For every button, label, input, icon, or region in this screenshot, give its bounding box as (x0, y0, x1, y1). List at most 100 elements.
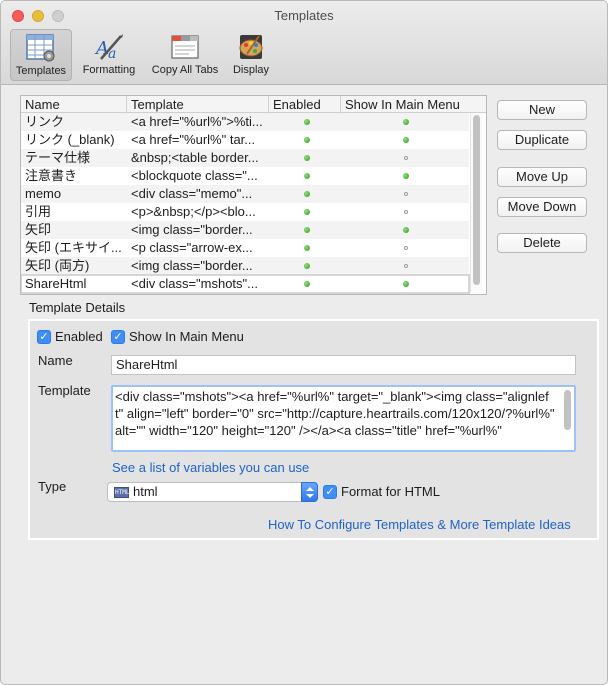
cell-template: <img class="border... (131, 258, 253, 273)
cell-name: 矢印 (両方) (25, 258, 90, 273)
cell-template: <a href="%url%">%ti... (131, 114, 263, 129)
enabled-checkbox[interactable]: ✓ (37, 330, 51, 344)
new-button[interactable]: New (497, 100, 587, 120)
format-for-html-label: Format for HTML (341, 484, 440, 499)
column-header-template[interactable]: Template (127, 96, 269, 113)
cell-template: <p class="arrow-ex... (131, 240, 253, 255)
enabled-on-indicator[interactable] (304, 209, 310, 215)
templates-window: Templates Templates A a Formatting Copy … (0, 0, 608, 685)
cell-template: &nbsp;<table border... (131, 150, 259, 165)
cell-name: リンク (_blank) (25, 132, 115, 147)
move-up-button[interactable]: Move Up (497, 167, 587, 187)
toolbar-display-label: Display (232, 64, 270, 76)
show-in-menu-off-indicator[interactable] (404, 264, 408, 268)
table-row[interactable]: 矢印 (両方) <img class="border... (21, 257, 469, 275)
toolbar-display-button[interactable]: Display (227, 29, 275, 81)
enabled-on-indicator[interactable] (304, 173, 310, 179)
template-scroll-thumb[interactable] (564, 390, 571, 430)
column-header-enabled[interactable]: Enabled (269, 96, 341, 113)
variables-link[interactable]: See a list of variables you can use (112, 460, 309, 475)
table-scroll-thumb[interactable] (473, 115, 480, 285)
template-label: Template (38, 383, 91, 398)
column-header-show-in-main-menu[interactable]: Show In Main Menu (341, 96, 486, 113)
enabled-on-indicator[interactable] (304, 281, 310, 287)
paint-palette-icon (239, 35, 263, 59)
type-select-value: html (133, 484, 158, 499)
table-row[interactable]: ShareHtml <div class="mshots"... (21, 274, 470, 294)
cell-template: <div class="memo"... (131, 186, 253, 201)
enabled-on-indicator[interactable] (304, 155, 310, 161)
table-scrollbar[interactable] (470, 113, 482, 293)
type-select[interactable]: HTML html (107, 482, 318, 502)
delete-button[interactable]: Delete (497, 233, 587, 253)
cell-name: 矢印 (25, 222, 52, 237)
enabled-on-indicator[interactable] (304, 119, 310, 125)
cell-template: <img class="border... (131, 222, 253, 237)
show-in-menu-off-indicator[interactable] (404, 246, 408, 250)
table-row[interactable]: リンク (_blank) <a href="%url%" tar... (21, 131, 469, 149)
table-row[interactable]: 矢印 (エキサイ... <p class="arrow-ex... (21, 239, 469, 257)
show-in-main-menu-checkbox[interactable]: ✓ (111, 330, 125, 344)
duplicate-button[interactable]: Duplicate (497, 130, 587, 150)
table-row[interactable]: リンク <a href="%url%">%ti... (21, 113, 469, 131)
cell-name: ShareHtml (25, 276, 87, 291)
move-down-button[interactable]: Move Down (497, 197, 587, 217)
toolbar-copy-all-tabs-label: Copy All Tabs (151, 64, 219, 76)
window-title: Templates (274, 8, 334, 23)
title-bar: Templates Templates A a Formatting Copy … (1, 1, 607, 85)
cell-template: <a href="%url%" tar... (131, 132, 256, 147)
show-in-main-menu-label: Show In Main Menu (129, 329, 244, 344)
browser-tabs-icon (171, 35, 199, 59)
pen-aa-icon: A a (94, 34, 123, 62)
svg-text:A: A (94, 38, 109, 59)
cell-name: リンク (25, 114, 65, 129)
column-header-name[interactable]: Name (21, 96, 127, 113)
enabled-on-indicator[interactable] (304, 137, 310, 143)
cell-template: <div class="mshots"... (131, 276, 258, 291)
toolbar-formatting-button[interactable]: A a Formatting (77, 29, 141, 81)
show-in-menu-on-indicator[interactable] (403, 119, 409, 125)
show-in-menu-off-indicator[interactable] (404, 156, 408, 160)
enabled-on-indicator[interactable] (304, 191, 310, 197)
show-in-menu-off-indicator[interactable] (404, 192, 408, 196)
name-field[interactable]: ShareHtml (111, 355, 576, 375)
templates-grid-icon (26, 34, 55, 62)
table-row[interactable]: 矢印 <img class="border... (21, 221, 469, 239)
show-in-menu-on-indicator[interactable] (403, 227, 409, 233)
cell-template: <p>&nbsp;</p><blo... (131, 204, 256, 219)
cell-name: 矢印 (エキサイ... (25, 240, 122, 255)
select-stepper-icon (301, 482, 318, 502)
table-row[interactable]: 注意書き <blockquote class="... (21, 167, 469, 185)
show-in-menu-on-indicator[interactable] (403, 281, 409, 287)
show-in-menu-on-indicator[interactable] (403, 137, 409, 143)
cell-template: <blockquote class="... (131, 168, 258, 183)
toolbar-templates-label: Templates (15, 65, 67, 77)
table-row[interactable]: テーマ仕様 &nbsp;<table border... (21, 149, 469, 167)
cell-name: memo (25, 186, 62, 201)
template-text-area[interactable]: <div class="mshots"><a href="%url%" targ… (111, 385, 576, 452)
template-text: <div class="mshots"><a href="%url%" targ… (115, 389, 559, 438)
toolbar-templates-button[interactable]: Templates (10, 29, 72, 81)
table-row[interactable]: 引用 <p>&nbsp;</p><blo... (21, 203, 469, 221)
enabled-label: Enabled (55, 329, 103, 344)
enabled-on-indicator[interactable] (304, 263, 310, 269)
show-in-menu-on-indicator[interactable] (403, 173, 409, 179)
html-file-icon: HTML (114, 487, 130, 498)
cell-name: 注意書き (25, 168, 78, 183)
toolbar-copy-all-tabs-button[interactable]: Copy All Tabs (146, 29, 224, 81)
show-in-menu-off-indicator[interactable] (404, 210, 408, 214)
name-label: Name (38, 353, 73, 368)
template-details-panel: ✓ Enabled ✓ Show In Main Menu Name Share… (28, 319, 599, 540)
enabled-on-indicator[interactable] (304, 245, 310, 251)
help-link[interactable]: How To Configure Templates & More Templa… (268, 517, 571, 532)
type-label: Type (38, 479, 67, 494)
toolbar-formatting-label: Formatting (82, 64, 136, 76)
enabled-on-indicator[interactable] (304, 227, 310, 233)
table-row[interactable]: memo <div class="memo"... (21, 185, 469, 203)
cell-name: 引用 (25, 204, 52, 219)
cell-name: テーマ仕様 (25, 150, 91, 165)
table-header: Name Template Enabled Show In Main Menu (21, 96, 486, 113)
format-for-html-checkbox[interactable]: ✓ (323, 485, 337, 499)
template-details-heading: Template Details (29, 300, 126, 315)
templates-table[interactable]: Name Template Enabled Show In Main Menu … (20, 95, 487, 295)
